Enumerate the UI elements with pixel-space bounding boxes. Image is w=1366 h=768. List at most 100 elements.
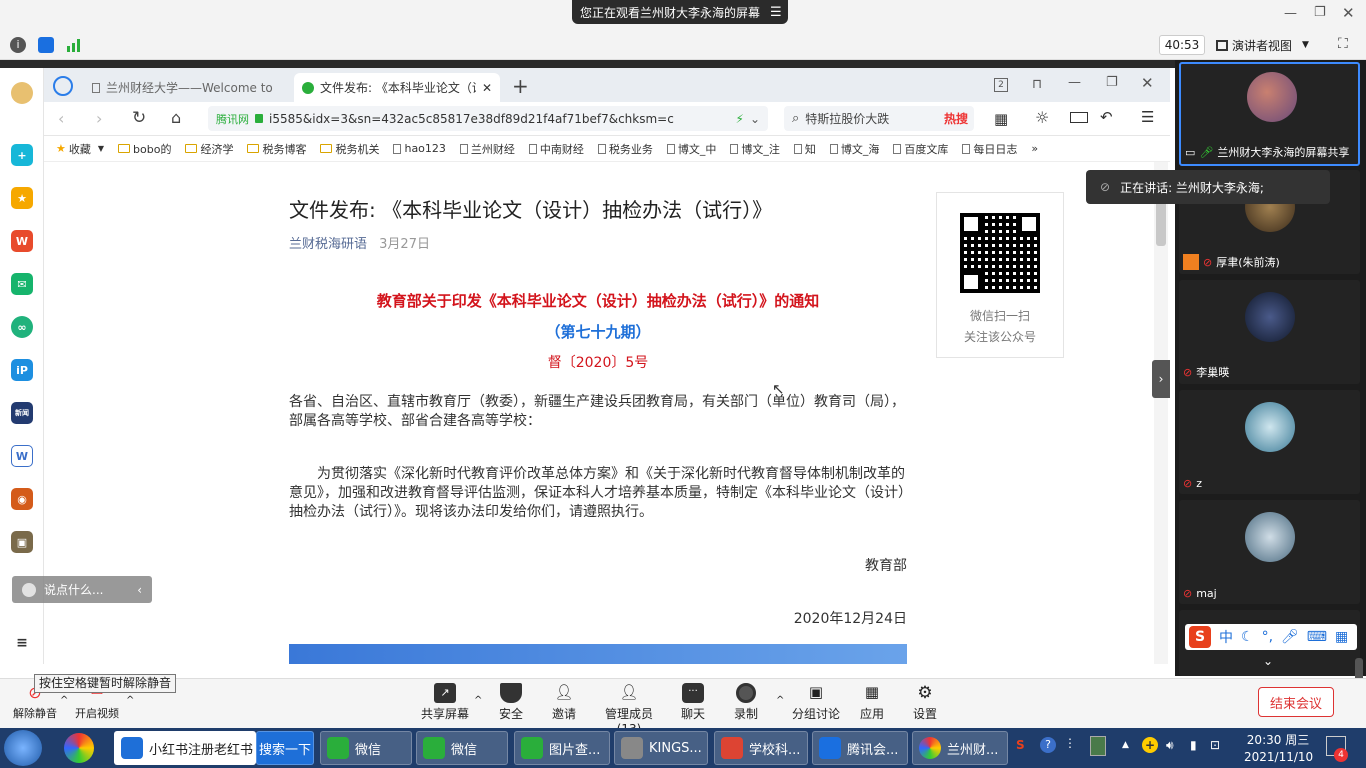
bookmark-link[interactable]: 中南财经: [528, 141, 584, 157]
settings-button[interactable]: ⚙ 设置: [890, 683, 960, 722]
start-button[interactable]: [4, 730, 42, 766]
more-bookmarks-icon[interactable]: »: [1031, 142, 1038, 155]
cloud-icon[interactable]: ∞: [11, 316, 33, 338]
minimize-icon[interactable]: —: [1068, 75, 1081, 90]
taskbar-wechat-2[interactable]: 微信: [416, 731, 508, 765]
restore-icon[interactable]: ❐: [1106, 75, 1118, 90]
clock[interactable]: 20:30 周三 2021/11/10: [1244, 731, 1313, 764]
compass-icon[interactable]: [53, 76, 73, 96]
bookmark-folder[interactable]: bobo的: [118, 141, 171, 157]
bookmark-link[interactable]: 每日日志: [962, 141, 1017, 157]
bookmark-link[interactable]: 博文_海: [829, 141, 879, 157]
bookmark-folder[interactable]: 税务博客: [247, 141, 306, 157]
taskbar-browser[interactable]: 兰州财...: [912, 731, 1008, 765]
shirt-icon[interactable]: ⊓: [1032, 77, 1042, 92]
close-icon[interactable]: ✕: [1342, 4, 1355, 22]
search-input[interactable]: ⌕ 特斯拉股价大跌 热搜: [784, 106, 974, 131]
record-button[interactable]: 录制: [711, 683, 781, 722]
participant-tile[interactable]: ⊘ 李巢暎: [1179, 280, 1360, 384]
address-input[interactable]: 腾讯网 i5585&idx=3&sn=432ac5c85817e38df89d2…: [208, 106, 768, 131]
plus-app-icon[interactable]: +: [11, 144, 33, 166]
bookmark-link[interactable]: hao123: [393, 142, 446, 155]
shield-icon[interactable]: [38, 37, 54, 53]
usb-icon[interactable]: ⋮: [1064, 736, 1076, 750]
bookmark-folder[interactable]: 税务机关: [320, 141, 379, 157]
participant-tile[interactable]: ⊘ z: [1179, 390, 1360, 494]
chat-quick-input[interactable]: 说点什么... ‹: [12, 576, 152, 603]
taskbar-search-button[interactable]: 搜索一下: [256, 731, 314, 765]
view-mode-button[interactable]: 演讲者视图 ▼: [1216, 35, 1309, 55]
add-tray-icon[interactable]: +: [1142, 737, 1158, 753]
new-tab-icon[interactable]: +: [512, 74, 529, 98]
lightning-icon[interactable]: ⚡: [736, 112, 744, 126]
collapse-panel-icon[interactable]: ›: [1152, 360, 1170, 398]
menu-icon[interactable]: ☰: [770, 5, 782, 20]
ime-toolbar[interactable]: S 中 ☾ °, 🎤︎ ⌨ ▦: [1185, 624, 1357, 650]
chevron-up-icon[interactable]: ^: [126, 695, 134, 706]
sogou-tray-icon[interactable]: S: [1016, 738, 1025, 752]
participant-tile[interactable]: S 中 ☾ °, 🎤︎ ⌨ ▦ ⌄: [1179, 610, 1360, 676]
game-icon[interactable]: ◉: [11, 488, 33, 510]
share-banner[interactable]: 您正在观看兰州财大李永海的屏幕 ☰: [572, 0, 788, 24]
bookmark-link[interactable]: 知: [793, 141, 816, 157]
participant-tile[interactable]: ▭ 🎤︎ 兰州财大李永海的屏幕共享: [1179, 62, 1360, 166]
fullscreen-icon[interactable]: ⛶: [1338, 36, 1348, 52]
battery-icon[interactable]: [1070, 112, 1088, 123]
chevron-down-icon[interactable]: ⌄: [750, 112, 760, 126]
bookmark-favorites[interactable]: ★ 收藏 ▼: [56, 141, 104, 157]
bookmark-link[interactable]: 博文_注: [730, 141, 780, 157]
taskbar-wps[interactable]: 学校科...: [714, 731, 808, 765]
restore-icon[interactable]: ❐: [1314, 5, 1326, 20]
taskbar-image-viewer[interactable]: 图片查...: [514, 731, 610, 765]
tab-1[interactable]: 兰州财经大学——Welcome to: [84, 73, 292, 102]
end-meeting-button[interactable]: 结束会议: [1258, 687, 1334, 717]
tab-2[interactable]: 文件发布: 《本科毕业论文（设 ✕: [294, 73, 500, 102]
minimize-icon[interactable]: —: [1284, 6, 1297, 21]
mail-icon[interactable]: ✉: [11, 273, 33, 295]
volume-icon[interactable]: 🔊︎: [1166, 738, 1174, 753]
signal-icon[interactable]: [66, 37, 82, 53]
brightness-icon[interactable]: ☼: [1035, 108, 1049, 127]
bookmark-link[interactable]: 税务业务: [597, 141, 653, 157]
taskbar-wechat-1[interactable]: 微信: [320, 731, 412, 765]
more-menu-icon[interactable]: ≡: [11, 632, 33, 654]
taskbar-kingsoft[interactable]: KINGS...: [614, 731, 708, 765]
bookmark-link[interactable]: 兰州财经: [459, 141, 515, 157]
collapse-icon[interactable]: ‹: [137, 583, 142, 597]
forward-icon[interactable]: ›: [96, 109, 102, 128]
game2-icon[interactable]: ▣: [11, 531, 33, 553]
hot-search-label[interactable]: 热搜: [944, 110, 968, 127]
taskbar-search-field[interactable]: 小红书注册老红书: [114, 731, 256, 765]
taskbar-tencent-meeting[interactable]: 腾讯会...: [812, 731, 908, 765]
back-icon[interactable]: ‹: [58, 109, 64, 128]
browser-quicklaunch-icon[interactable]: [64, 733, 94, 763]
home-icon[interactable]: ⌂: [171, 108, 181, 127]
close-icon[interactable]: ✕: [1141, 74, 1154, 92]
star-icon[interactable]: ★: [11, 187, 33, 209]
info-icon[interactable]: i: [10, 37, 26, 53]
bookmark-link[interactable]: 百度文库: [893, 141, 948, 157]
bookmark-folder[interactable]: 经济学: [185, 141, 233, 157]
bookmark-link[interactable]: 博文_中: [666, 141, 716, 157]
network-icon[interactable]: ▮: [1190, 738, 1197, 752]
news-app-icon[interactable]: 新闻: [11, 402, 33, 424]
reload-icon[interactable]: ↻: [132, 108, 146, 128]
menu-icon[interactable]: ☰: [1141, 108, 1154, 126]
chevron-down-icon[interactable]: ⌄: [1263, 654, 1273, 668]
tab-close-icon[interactable]: ✕: [482, 81, 492, 95]
participant-tile[interactable]: ⊘ maj: [1179, 500, 1360, 604]
word-doc-icon[interactable]: W: [11, 445, 33, 467]
ip-app-icon[interactable]: iP: [11, 359, 33, 381]
apps-grid-icon[interactable]: ▦: [994, 110, 1008, 128]
action-center-icon[interactable]: ⊡: [1210, 738, 1220, 752]
share-screen-button[interactable]: ↗ 共享屏幕: [410, 683, 480, 722]
tab-count-icon[interactable]: 2: [994, 78, 1008, 92]
article-source[interactable]: 兰财税海研语: [289, 237, 367, 252]
invite-button[interactable]: 👤︎ 邀请: [529, 683, 599, 722]
undo-icon[interactable]: ↶: [1100, 108, 1113, 126]
user-avatar-icon[interactable]: [11, 82, 33, 104]
help-icon[interactable]: ?: [1040, 737, 1056, 753]
battery-tray-icon[interactable]: [1090, 736, 1106, 756]
weibo-icon[interactable]: W: [11, 230, 33, 252]
tray-expand-icon[interactable]: ▲: [1122, 740, 1129, 750]
